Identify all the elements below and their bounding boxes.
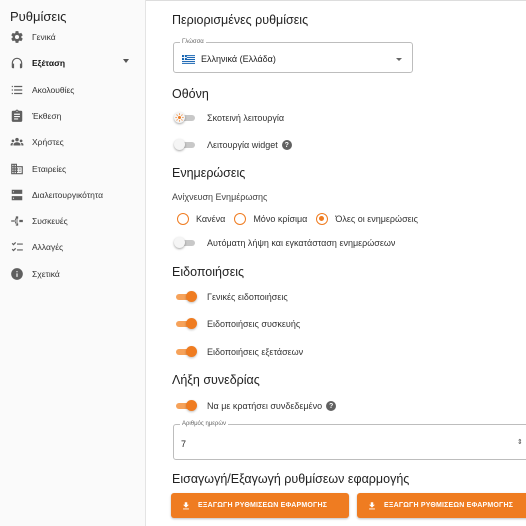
updates-heading: Ενημερώσεις	[172, 166, 246, 180]
sidebar-item-changes[interactable]: Αλλαγές	[0, 234, 145, 260]
export-settings-button[interactable]: ΕΞΑΓΩΓΗ ΡΥΘΜΙΣΕΩΝ ΕΦΑΡΜΟΓΗΣ	[171, 493, 349, 518]
help-icon[interactable]: ?	[281, 140, 292, 150]
dropdown-arrow-icon	[396, 58, 402, 61]
switch[interactable]	[174, 345, 198, 359]
switch[interactable]	[174, 317, 198, 331]
days-number-field[interactable]: Αριθμός ημερών 7 ⇕	[173, 420, 526, 460]
sidebar-item-label: Συσκευές	[32, 216, 68, 226]
radio-all-updates[interactable]: Όλες οι ενημερώσεις	[316, 213, 418, 225]
sidebar-item-label: Χρήστες	[32, 137, 64, 147]
exam-notifications-toggle[interactable]: Ειδοποιήσεις εξετάσεων	[174, 343, 303, 361]
sidebar-item-companies[interactable]: Εταιρείες	[0, 156, 145, 182]
sidebar-item-exam[interactable]: Εξέταση	[0, 50, 145, 76]
sidebar-item-interoperability[interactable]: Διαλειτουργικότητα	[0, 182, 145, 208]
checklist-icon	[10, 240, 24, 254]
radio-circle	[177, 213, 189, 225]
number-spinner-icon[interactable]: ⇕	[517, 438, 523, 448]
radio-circle	[316, 213, 329, 225]
session-expiry-heading: Λήξη συνεδρίας	[172, 373, 260, 387]
radio-critical-only[interactable]: Μόνο κρίσιμα	[234, 213, 307, 225]
sidebar-item-label: Έκθεση	[32, 111, 62, 121]
info-icon	[10, 267, 24, 281]
exam-notifications-label: Ειδοποιήσεις εξετάσεων	[207, 347, 304, 357]
settings-app: Ρυθμίσεις Γενικά Εξέταση Ακολουθίες Έκθε…	[0, 0, 526, 526]
list-icon	[10, 83, 24, 97]
widget-mode-label: Λειτουργία widget	[207, 140, 278, 150]
sidebar-item-label: Ακολουθίες	[32, 85, 75, 95]
sidebar-item-label: Διαλειτουργικότητα	[32, 190, 103, 200]
clipboard-icon	[10, 109, 24, 123]
switch[interactable]	[174, 290, 198, 304]
dark-mode-label: Σκοτεινή λειτουργία	[207, 113, 285, 123]
sun-icon	[174, 112, 185, 123]
device-notifications-label: Ειδοποιήσεις συσκευής	[207, 319, 301, 329]
dark-mode-toggle[interactable]: Σκοτεινή λειτουργία	[174, 109, 284, 127]
radio-none[interactable]: Κανένα	[177, 213, 225, 225]
sidebar-item-devices[interactable]: Συσκευές	[0, 208, 145, 234]
export-settings-label: ΕΞΑΓΩΓΗ ΡΥΘΜΙΣΕΩΝ ΕΦΑΡΜΟΓΗΣ	[384, 502, 514, 509]
keep-logged-in-label: Να με κρατήσει συνδεδεμένο	[207, 401, 323, 411]
update-detection-label: Ανίχνευση Ενημέρωσης	[172, 192, 268, 202]
devices-icon	[10, 214, 24, 228]
download-icon	[367, 501, 377, 511]
language-select[interactable]: Γλώσσα Ελληνικά (Ελλάδα)	[173, 38, 413, 73]
device-notifications-toggle[interactable]: Ειδοποιήσεις συσκευής	[174, 315, 300, 333]
sidebar-item-report[interactable]: Έκθεση	[0, 103, 145, 129]
sidebar-item-general[interactable]: Γενικά	[0, 24, 145, 50]
sidebar-item-label: Εταιρείες	[32, 164, 67, 174]
import-export-heading: Εισαγωγή/Εξαγωγή ρυθμίσεων εφαρμογής	[172, 472, 410, 486]
settings-panel: Περιορισμένες ρυθμίσεις Γλώσσα Ελληνικά …	[146, 0, 526, 526]
keep-logged-in-toggle[interactable]: Να με κρατήσει συνδεδεμένο ?	[174, 397, 337, 415]
export-settings-button-2[interactable]: ΕΞΑΓΩΓΗ ΡΥΘΜΙΣΕΩΝ ΕΦΑΡΜΟΓΗΣ	[357, 493, 526, 518]
switch[interactable]	[174, 236, 198, 250]
widget-mode-toggle[interactable]: Λειτουργία widget ?	[174, 136, 292, 154]
sidebar-item-users[interactable]: Χρήστες	[0, 129, 145, 155]
building-icon	[10, 162, 24, 176]
switch[interactable]	[174, 138, 198, 152]
server-icon	[10, 188, 24, 202]
sidebar-item-label: Εξέταση	[32, 58, 66, 68]
sidebar-title: Ρυθμίσεις	[10, 9, 67, 24]
language-label: Γλώσσα	[180, 38, 206, 46]
switch[interactable]	[174, 399, 198, 413]
language-value: Ελληνικά (Ελλάδα)	[201, 54, 276, 64]
users-icon	[10, 135, 24, 149]
general-notifications-toggle[interactable]: Γενικές ειδοποιήσεις	[174, 288, 288, 306]
sidebar-item-sequences[interactable]: Ακολουθίες	[0, 77, 145, 103]
switch[interactable]	[174, 111, 198, 125]
days-value: 7	[181, 439, 187, 449]
greek-flag-icon	[182, 55, 195, 64]
radio-circle	[234, 213, 247, 225]
restricted-settings-heading: Περιορισμένες ρυθμίσεις	[172, 13, 309, 27]
headphones-icon	[10, 56, 24, 70]
auto-install-toggle[interactable]: Αυτόματη λήψη και εγκατάσταση ενημερώσεω…	[174, 234, 395, 252]
sidebar-item-label: Σχετικά	[32, 269, 60, 279]
general-notifications-label: Γενικές ειδοποιήσεις	[207, 292, 288, 302]
sidebar: Ρυθμίσεις Γενικά Εξέταση Ακολουθίες Έκθε…	[0, 0, 146, 526]
sidebar-item-label: Γενικά	[32, 32, 56, 42]
chevron-down-icon[interactable]	[123, 59, 129, 63]
days-label: Αριθμός ημερών	[180, 420, 229, 428]
sidebar-item-about[interactable]: Σχετικά	[0, 261, 145, 287]
notifications-heading: Ειδοποιήσεις	[172, 265, 245, 279]
help-icon[interactable]: ?	[326, 401, 337, 411]
sidebar-item-label: Αλλαγές	[32, 242, 64, 252]
download-icon	[181, 501, 191, 511]
auto-install-label: Αυτόματη λήψη και εγκατάσταση ενημερώσεω…	[207, 238, 396, 248]
update-detection-radio-group: Κανένα Μόνο κρίσιμα Όλες οι ενημερώσεις	[177, 211, 427, 227]
display-heading: Οθόνη	[172, 87, 209, 101]
gear-icon	[10, 30, 24, 44]
export-settings-label: ΕΞΑΓΩΓΗ ΡΥΘΜΙΣΕΩΝ ΕΦΑΡΜΟΓΗΣ	[198, 502, 328, 509]
